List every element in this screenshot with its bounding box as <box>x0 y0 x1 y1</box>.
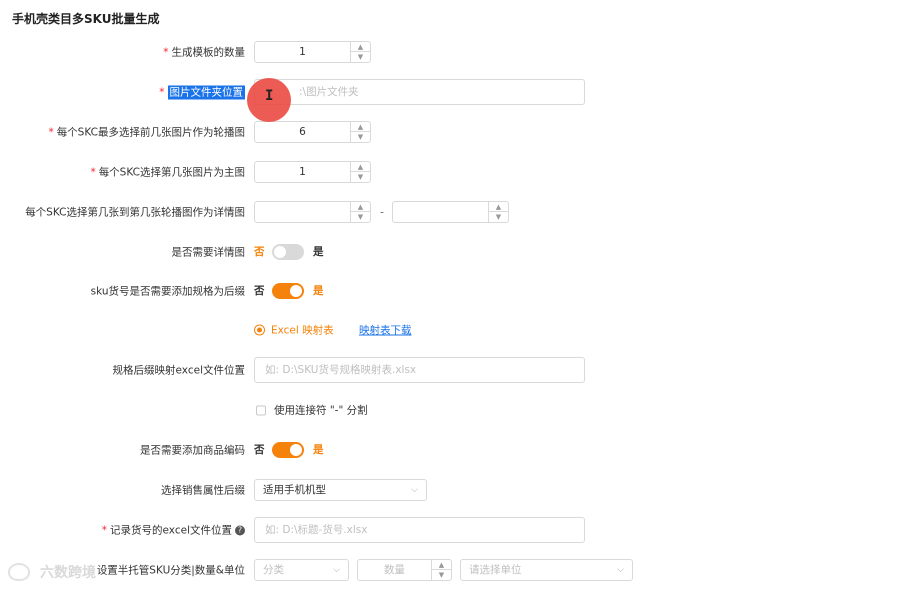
product-code-label: 是否需要添加商品编码 <box>140 444 245 457</box>
row-main-image-index: * 每个SKC选择第几张图片为主图 1 ▲ ▼ <box>0 157 900 187</box>
switch-off-label: 否 <box>254 444 265 456</box>
use-hyphen-checkbox[interactable]: 使用连接符 "-" 分割 <box>256 403 368 418</box>
toggle-knob <box>290 285 302 297</box>
decrement-icon[interactable]: ▼ <box>489 212 508 222</box>
increment-icon[interactable]: ▲ <box>432 560 451 570</box>
main-image-index-label: * 每个SKC选择第几张图片为主图 <box>90 166 245 179</box>
help-icon[interactable]: ? <box>235 525 245 536</box>
row-max-carousel: * 每个SKC最多选择前几张图片作为轮播图 6 ▲ ▼ <box>0 117 900 147</box>
detail-range-to-stepper[interactable]: ▲ ▼ <box>392 201 509 223</box>
toggle-knob <box>274 246 286 258</box>
row-mapping-file: 规格后缀映射excel文件位置 如: D:\SKU货号规格映射表.xlsx <box>0 355 900 385</box>
switch-on-label: 是 <box>313 444 324 456</box>
mapping-file-input[interactable]: 如: D:\SKU货号规格映射表.xlsx <box>254 357 585 383</box>
switch-off-label: 否 <box>254 246 265 258</box>
row-product-code: 是否需要添加商品编码 否 是 <box>0 435 900 465</box>
category-select[interactable]: 分类 ⌵ <box>254 559 349 581</box>
mapping-file-label: 规格后缀映射excel文件位置 <box>112 364 245 377</box>
need-detail-toggle[interactable] <box>272 244 304 260</box>
row-need-detail: 是否需要详情图 否 是 <box>0 237 900 267</box>
chevron-down-icon: ⌵ <box>411 485 418 495</box>
row-sales-attr: 选择销售属性后缀 适用手机机型 ⌵ <box>0 475 900 505</box>
switch-off-label: 否 <box>254 285 265 297</box>
switch-on-label: 是 <box>313 285 324 297</box>
toggle-knob <box>290 444 302 456</box>
need-detail-label: 是否需要详情图 <box>171 246 246 259</box>
unit-select[interactable]: 请选择单位 ⌵ <box>460 559 633 581</box>
template-count-label: * 生成模板的数量 <box>163 46 245 59</box>
decrement-icon[interactable]: ▼ <box>351 212 370 222</box>
sku-suffix-label: sku货号是否需要添加规格为后缀 <box>90 285 245 298</box>
range-separator: - <box>380 205 384 219</box>
detail-range-label: 每个SKC选择第几张到第几张轮播图作为详情图 <box>25 206 245 219</box>
decrement-icon[interactable]: ▼ <box>351 132 370 142</box>
chevron-down-icon: ⌵ <box>333 565 340 575</box>
product-code-toggle[interactable] <box>272 442 304 458</box>
checkbox-box-icon <box>256 405 266 415</box>
watermark-logo-icon <box>8 563 30 581</box>
increment-icon[interactable]: ▲ <box>351 202 370 212</box>
switch-on-label: 是 <box>313 246 324 258</box>
semi-managed-label: 设置半托管SKU分类|数量&单位 <box>96 564 245 577</box>
watermark: 六数跨境 <box>8 562 96 582</box>
max-carousel-stepper[interactable]: 6 ▲ ▼ <box>254 121 371 143</box>
row-sku-suffix: sku货号是否需要添加规格为后缀 否 是 <box>0 276 900 306</box>
radio-dot-icon <box>254 324 265 336</box>
decrement-icon[interactable]: ▼ <box>351 172 370 182</box>
detail-range-from-stepper[interactable]: ▲ ▼ <box>254 201 371 223</box>
mapping-download-link[interactable]: 映射表下载 <box>359 323 412 338</box>
decrement-icon[interactable]: ▼ <box>351 52 370 62</box>
sku-suffix-toggle[interactable] <box>272 283 304 299</box>
quantity-stepper[interactable]: 数量 ▲ ▼ <box>357 559 452 581</box>
excel-mapping-radio[interactable]: Excel 映射表 <box>254 323 334 338</box>
row-mapping: Excel 映射表 映射表下载 <box>0 315 900 345</box>
record-file-input[interactable]: 如: D:\标题-货号.xlsx <box>254 517 585 543</box>
row-detail-range: 每个SKC选择第几张到第几张轮播图作为详情图 ▲ ▼ - ▲ ▼ <box>0 197 900 227</box>
text-cursor-icon: I <box>265 88 274 104</box>
image-folder-label: * 图片文件夹位置 <box>159 85 245 100</box>
increment-icon[interactable]: ▲ <box>489 202 508 212</box>
increment-icon[interactable]: ▲ <box>351 42 370 52</box>
chevron-down-icon: ⌵ <box>617 565 624 575</box>
row-semi-managed: 设置半托管SKU分类|数量&单位 分类 ⌵ 数量 ▲ ▼ 请选择单位 ⌵ <box>0 555 900 585</box>
sales-attr-select[interactable]: 适用手机机型 ⌵ <box>254 479 427 501</box>
decrement-icon[interactable]: ▼ <box>432 570 451 580</box>
increment-icon[interactable]: ▲ <box>351 162 370 172</box>
main-image-index-stepper[interactable]: 1 ▲ ▼ <box>254 161 371 183</box>
image-folder-input[interactable]: :\图片文件夹 <box>254 79 585 105</box>
page-title: 手机壳类目多SKU批量生成 <box>12 12 160 26</box>
increment-icon[interactable]: ▲ <box>351 122 370 132</box>
sales-attr-label: 选择销售属性后缀 <box>161 484 245 497</box>
row-image-folder: * 图片文件夹位置 :\图片文件夹 <box>0 77 900 107</box>
row-template-count: * 生成模板的数量 1 ▲ ▼ <box>0 37 900 67</box>
max-carousel-label: * 每个SKC最多选择前几张图片作为轮播图 <box>48 126 245 139</box>
record-file-label: * 记录货号的excel文件位置? <box>102 523 245 538</box>
template-count-stepper[interactable]: 1 ▲ ▼ <box>254 41 371 63</box>
row-use-hyphen: 使用连接符 "-" 分割 <box>0 395 900 425</box>
row-record-file: * 记录货号的excel文件位置? 如: D:\标题-货号.xlsx <box>0 515 900 545</box>
